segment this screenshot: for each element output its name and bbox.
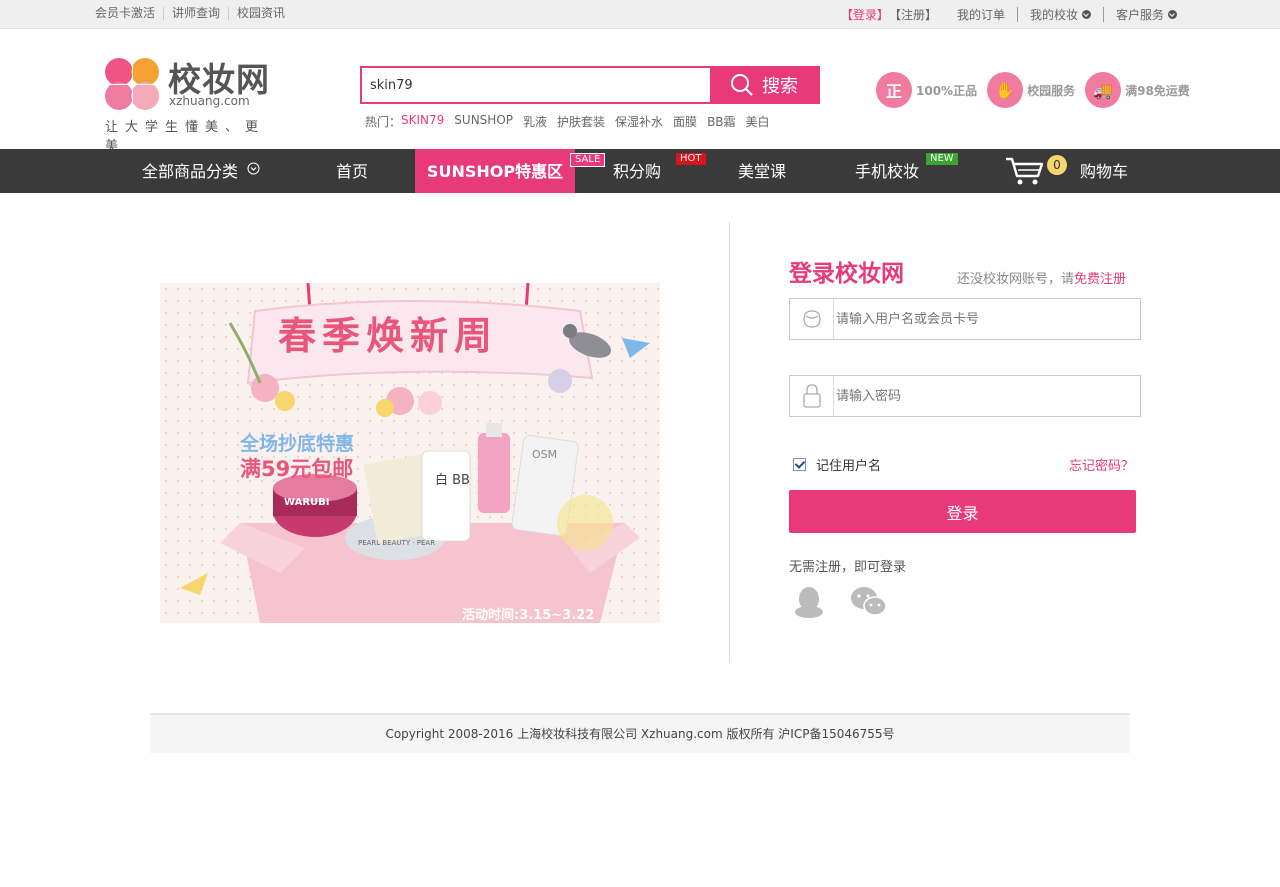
hot-term[interactable]: 乳液 <box>523 113 547 130</box>
copyright-text: Copyright 2008-2016 上海校妆科技有限公司 Xzhuang.c… <box>385 727 895 741</box>
divider <box>1016 7 1018 22</box>
sale-tag: SALE <box>570 153 606 167</box>
login-link[interactable]: 【登录】 <box>841 8 889 22</box>
genuine-icon: 正 <box>876 72 912 108</box>
hot-term[interactable]: SUNSHOP <box>454 113 513 130</box>
banner-period: 活动时间:3.15~3.22 <box>462 608 595 623</box>
banner-product-label: OSM <box>532 448 558 461</box>
remember-checkbox[interactable] <box>793 458 806 471</box>
new-tag: NEW <box>926 153 958 165</box>
hot-term[interactable]: 美白 <box>746 113 770 130</box>
banner-product-label: WARUBI <box>284 497 330 508</box>
user-icon-box <box>790 299 834 339</box>
logo-domain: xzhuang.com <box>169 94 250 108</box>
my-orders-link[interactable]: 我的订单 <box>957 8 1005 22</box>
free-register-link[interactable]: 免费注册 <box>1074 272 1126 287</box>
nav-cart[interactable]: 购物车 <box>1080 149 1128 193</box>
search-button[interactable]: 搜索 <box>710 68 818 102</box>
hot-term[interactable]: 保湿补水 <box>615 113 663 130</box>
qq-icon[interactable] <box>792 585 826 619</box>
login-button[interactable]: 登录 <box>789 490 1136 533</box>
teacher-query-link[interactable]: 讲师查询 <box>163 7 228 20</box>
lock-icon <box>802 384 821 408</box>
my-school-menu[interactable]: 我的校妆 <box>1030 8 1091 22</box>
remember-username[interactable]: 记住用户名 <box>793 455 881 474</box>
campus-service-badge: ✋ 校园服务 <box>987 72 1075 108</box>
register-link[interactable]: 【注册】 <box>889 8 937 22</box>
nav-sunshop[interactable]: SUNSHOP特惠区 <box>415 149 575 193</box>
chevron-down-icon <box>1168 9 1177 19</box>
search-bar: 搜索 <box>360 66 820 104</box>
hot-term[interactable]: 面膜 <box>673 113 697 130</box>
promo-banner[interactable]: 春季焕新周 全场抄底特惠 满59元包邮 WARUBI PEARL BEAUTY … <box>160 283 660 623</box>
remember-label: 记住用户名 <box>816 459 882 474</box>
login-title: 登录校妆网 <box>789 261 904 287</box>
clover-logo-icon <box>105 58 159 110</box>
nav-sunshop-label: SUNSHOP特惠区 <box>426 162 564 181</box>
hot-term[interactable]: 护肤套装 <box>557 113 605 130</box>
badge-label: 校园服务 <box>1027 83 1076 98</box>
member-card-link[interactable]: 会员卡激活 <box>95 7 163 20</box>
search-input[interactable] <box>362 68 710 102</box>
banner-product-label: 白 BB <box>435 473 470 488</box>
password-input[interactable] <box>834 388 1140 404</box>
password-field <box>789 375 1141 417</box>
truck-icon: 🚚 <box>1085 72 1122 108</box>
hot-term[interactable]: BB霜 <box>707 113 735 130</box>
nav-points[interactable]: 积分购 <box>613 149 661 193</box>
no-account-text: 还没校妆网账号，请 <box>957 272 1075 287</box>
username-field <box>789 298 1141 340</box>
nav-all-label: 全部商品分类 <box>142 162 239 181</box>
lock-icon-box <box>790 376 834 416</box>
main-nav: 全部商品分类 首页 SUNSHOP特惠区 SALE 积分购 HOT 美堂课 手机… <box>0 149 1280 193</box>
hot-term[interactable]: SKIN79 <box>401 113 444 130</box>
hand-icon: ✋ <box>987 72 1024 108</box>
wechat-icon[interactable] <box>850 585 888 619</box>
divider <box>729 222 730 663</box>
banner-line1: 全场抄底特惠 <box>240 433 355 455</box>
my-school-label: 我的校妆 <box>1029 7 1078 22</box>
chevron-down-icon <box>247 162 260 175</box>
badge-label: 满98免运费 <box>1125 83 1190 98</box>
site-logo[interactable]: 校妆网 xzhuang.com 让大学生懂美、更美 <box>103 53 278 154</box>
divider <box>1102 7 1104 22</box>
register-tip: 还没校妆网账号，请免费注册 <box>957 268 1126 287</box>
free-shipping-badge: 🚚 满98免运费 <box>1085 72 1190 108</box>
username-input[interactable] <box>834 311 1140 327</box>
forgot-password-link[interactable]: 忘记密码？ <box>1069 455 1134 474</box>
search-button-label: 搜索 <box>762 76 798 97</box>
cart-count-badge: 0 <box>1047 155 1067 175</box>
chevron-down-icon <box>1081 9 1091 19</box>
search-icon <box>731 74 753 96</box>
nav-all-categories[interactable]: 全部商品分类 <box>142 149 260 193</box>
cart-icon[interactable] <box>1005 156 1045 186</box>
nav-mobile[interactable]: 手机校妆 <box>855 149 919 193</box>
customer-service-menu[interactable]: 客户服务 <box>1116 8 1177 22</box>
user-icon <box>802 310 821 328</box>
nav-home[interactable]: 首页 <box>336 149 368 193</box>
hot-tag: HOT <box>676 153 706 165</box>
badge-label: 100%正品 <box>916 83 978 98</box>
banner-title: 春季焕新周 <box>278 314 499 358</box>
no-register-text: 无需注册，即可登录 <box>789 560 907 575</box>
service-badges: 正 100%正品 ✋ 校园服务 🚚 满98免运费 <box>876 72 1190 108</box>
nav-class[interactable]: 美堂课 <box>738 149 786 193</box>
campus-news-link[interactable]: 校园资讯 <box>228 7 293 20</box>
hot-search-terms: 热门： SKIN79 SUNSHOP 乳液 护肤套装 保湿补水 面膜 BB霜 美… <box>365 113 770 130</box>
hot-label: 热门： <box>365 115 402 129</box>
top-bar: 会员卡激活 讲师查询 校园资讯 【登录】 【注册】 我的订单 我的校妆 客户服务 <box>0 0 1280 29</box>
genuine-badge: 正 100%正品 <box>876 72 977 108</box>
customer-service-label: 客户服务 <box>1115 7 1164 22</box>
banner-line2: 满59元包邮 <box>240 457 354 481</box>
banner-product-label: PEARL BEAUTY · PEAR <box>358 539 436 547</box>
footer: Copyright 2008-2016 上海校妆科技有限公司 Xzhuang.c… <box>150 713 1130 753</box>
header: 校妆网 xzhuang.com 让大学生懂美、更美 搜索 热门： SKIN79 … <box>0 29 1280 154</box>
